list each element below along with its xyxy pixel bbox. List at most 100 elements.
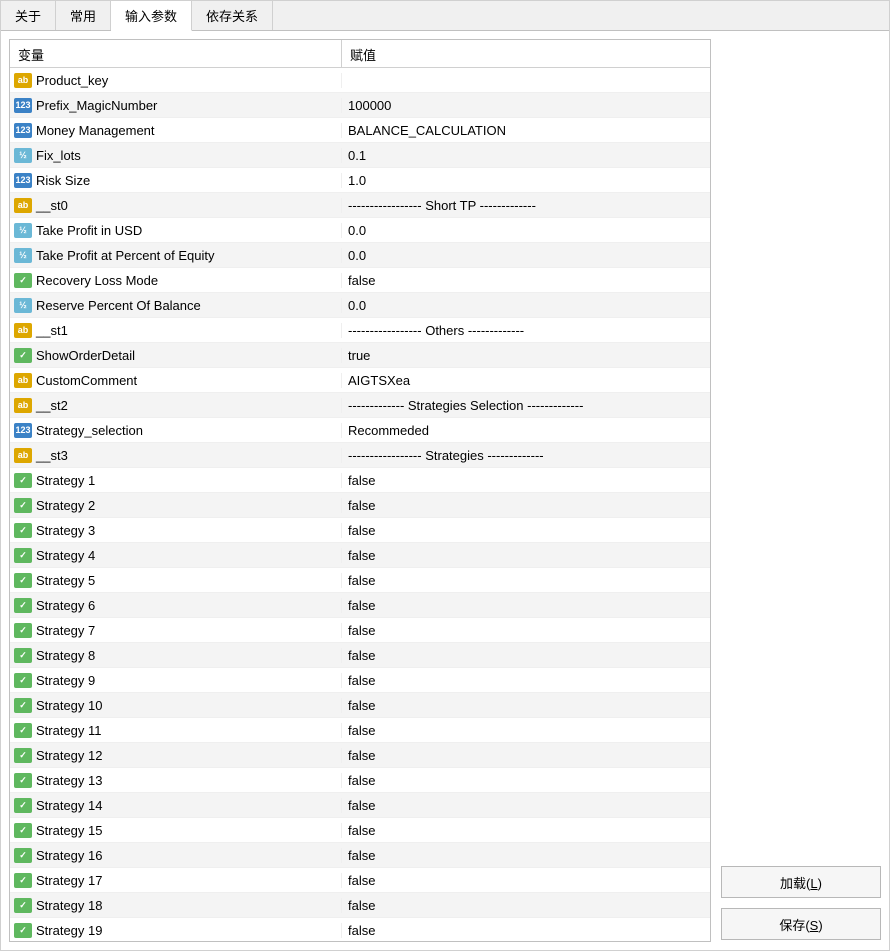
cell-variable: ✓Strategy 10 bbox=[10, 698, 342, 713]
cell-value[interactable]: false bbox=[342, 273, 710, 288]
cell-variable: 123Strategy_selection bbox=[10, 423, 342, 438]
cell-value[interactable]: false bbox=[342, 598, 710, 613]
table-row[interactable]: ✓Strategy 11false bbox=[10, 718, 710, 743]
table-row[interactable]: ab__st1----------------- Others --------… bbox=[10, 318, 710, 343]
cell-value[interactable]: false bbox=[342, 848, 710, 863]
variable-name: Strategy 12 bbox=[36, 748, 103, 763]
table-row[interactable]: ✓Strategy 17false bbox=[10, 868, 710, 893]
table-row[interactable]: ✓Strategy 13false bbox=[10, 768, 710, 793]
table-row[interactable]: 123Risk Size1.0 bbox=[10, 168, 710, 193]
table-row[interactable]: ✓Strategy 9false bbox=[10, 668, 710, 693]
table-row[interactable]: ✓Strategy 15false bbox=[10, 818, 710, 843]
cell-value[interactable]: false bbox=[342, 923, 710, 938]
table-row[interactable]: ✓Strategy 2false bbox=[10, 493, 710, 518]
cell-variable: ✓Strategy 17 bbox=[10, 873, 342, 888]
cell-value[interactable]: 0.0 bbox=[342, 248, 710, 263]
cell-value[interactable]: false bbox=[342, 773, 710, 788]
cell-value[interactable]: Recommeded bbox=[342, 423, 710, 438]
table-row[interactable]: ½Reserve Percent Of Balance0.0 bbox=[10, 293, 710, 318]
cell-value[interactable]: BALANCE_CALCULATION bbox=[342, 123, 710, 138]
table-row[interactable]: ✓Strategy 16false bbox=[10, 843, 710, 868]
variable-name: Product_key bbox=[36, 73, 108, 88]
table-row[interactable]: ✓Strategy 5false bbox=[10, 568, 710, 593]
table-row[interactable]: ✓Strategy 18false bbox=[10, 893, 710, 918]
cell-variable: 123Prefix_MagicNumber bbox=[10, 98, 342, 113]
bool-type-icon: ✓ bbox=[14, 648, 32, 663]
table-row[interactable]: ✓Strategy 3false bbox=[10, 518, 710, 543]
cell-value[interactable]: false bbox=[342, 498, 710, 513]
tab-inputs[interactable]: 输入参数 bbox=[111, 1, 192, 31]
cell-value[interactable]: AIGTSXea bbox=[342, 373, 710, 388]
cell-value[interactable]: ----------------- Others ------------- bbox=[342, 323, 710, 338]
column-header-value[interactable]: 赋值 bbox=[342, 40, 710, 67]
bool-type-icon: ✓ bbox=[14, 848, 32, 863]
cell-value[interactable]: false bbox=[342, 698, 710, 713]
cell-variable: ✓Strategy 14 bbox=[10, 798, 342, 813]
cell-value[interactable]: false bbox=[342, 823, 710, 838]
table-row[interactable]: 123Money ManagementBALANCE_CALCULATION bbox=[10, 118, 710, 143]
table-row[interactable]: ✓Strategy 7false bbox=[10, 618, 710, 643]
table-row[interactable]: ✓Strategy 19false bbox=[10, 918, 710, 941]
cell-value[interactable]: false bbox=[342, 648, 710, 663]
table-row[interactable]: ½Take Profit at Percent of Equity0.0 bbox=[10, 243, 710, 268]
table-body[interactable]: abProduct_key123Prefix_MagicNumber100000… bbox=[10, 68, 710, 941]
bool-type-icon: ✓ bbox=[14, 798, 32, 813]
table-row[interactable]: 123Prefix_MagicNumber100000 bbox=[10, 93, 710, 118]
variable-name: Strategy_selection bbox=[36, 423, 143, 438]
cell-value[interactable]: 0.0 bbox=[342, 298, 710, 313]
table-row[interactable]: ✓Strategy 6false bbox=[10, 593, 710, 618]
cell-value[interactable]: 0.0 bbox=[342, 223, 710, 238]
dbl-type-icon: ½ bbox=[14, 148, 32, 163]
bool-type-icon: ✓ bbox=[14, 573, 32, 588]
bool-type-icon: ✓ bbox=[14, 498, 32, 513]
table-row[interactable]: ✓Strategy 8false bbox=[10, 643, 710, 668]
table-row[interactable]: abProduct_key bbox=[10, 68, 710, 93]
column-header-variable[interactable]: 变量 bbox=[10, 40, 342, 67]
cell-variable: ✓Strategy 4 bbox=[10, 548, 342, 563]
table-row[interactable]: ab__st2------------- Strategies Selectio… bbox=[10, 393, 710, 418]
save-button[interactable]: 保存(S) bbox=[721, 908, 881, 940]
cell-value[interactable]: 100000 bbox=[342, 98, 710, 113]
cell-value[interactable]: false bbox=[342, 573, 710, 588]
table-row[interactable]: ✓Strategy 10false bbox=[10, 693, 710, 718]
table-row[interactable]: ✓Recovery Loss Modefalse bbox=[10, 268, 710, 293]
cell-value[interactable]: true bbox=[342, 348, 710, 363]
dialog-window: 关于 常用 输入参数 依存关系 变量 赋值 abProduct_key123Pr… bbox=[0, 0, 890, 951]
variable-name: __st2 bbox=[36, 398, 68, 413]
cell-value[interactable]: false bbox=[342, 673, 710, 688]
table-row[interactable]: ½Take Profit in USD0.0 bbox=[10, 218, 710, 243]
table-row[interactable]: ab__st0----------------- Short TP ------… bbox=[10, 193, 710, 218]
load-button[interactable]: 加载(L) bbox=[721, 866, 881, 898]
cell-value[interactable]: false bbox=[342, 873, 710, 888]
cell-value[interactable]: ----------------- Short TP ------------- bbox=[342, 198, 710, 213]
cell-value[interactable]: false bbox=[342, 748, 710, 763]
variable-name: Strategy 19 bbox=[36, 923, 103, 938]
table-row[interactable]: ✓Strategy 1false bbox=[10, 468, 710, 493]
int-type-icon: 123 bbox=[14, 123, 32, 138]
load-button-label: 加载 bbox=[780, 876, 806, 891]
table-row[interactable]: ½Fix_lots0.1 bbox=[10, 143, 710, 168]
cell-value[interactable]: 0.1 bbox=[342, 148, 710, 163]
table-row[interactable]: ✓ShowOrderDetailtrue bbox=[10, 343, 710, 368]
cell-value[interactable]: false bbox=[342, 723, 710, 738]
tab-common[interactable]: 常用 bbox=[56, 1, 111, 30]
cell-value[interactable]: false bbox=[342, 548, 710, 563]
cell-value[interactable]: ----------------- Strategies -----------… bbox=[342, 448, 710, 463]
table-row[interactable]: ab__st3----------------- Strategies ----… bbox=[10, 443, 710, 468]
cell-value[interactable]: false bbox=[342, 798, 710, 813]
cell-value[interactable]: 1.0 bbox=[342, 173, 710, 188]
cell-variable: ✓Strategy 15 bbox=[10, 823, 342, 838]
table-row[interactable]: ✓Strategy 12false bbox=[10, 743, 710, 768]
table-row[interactable]: 123Strategy_selectionRecommeded bbox=[10, 418, 710, 443]
cell-value[interactable]: false bbox=[342, 623, 710, 638]
table-row[interactable]: ✓Strategy 4false bbox=[10, 543, 710, 568]
table-row[interactable]: abCustomCommentAIGTSXea bbox=[10, 368, 710, 393]
cell-value[interactable]: ------------- Strategies Selection -----… bbox=[342, 398, 710, 413]
cell-value[interactable]: false bbox=[342, 523, 710, 538]
tab-dependencies[interactable]: 依存关系 bbox=[192, 1, 273, 30]
cell-value[interactable]: false bbox=[342, 473, 710, 488]
cell-value[interactable]: false bbox=[342, 898, 710, 913]
variable-name: Strategy 3 bbox=[36, 523, 95, 538]
tab-about[interactable]: 关于 bbox=[1, 1, 56, 30]
table-row[interactable]: ✓Strategy 14false bbox=[10, 793, 710, 818]
